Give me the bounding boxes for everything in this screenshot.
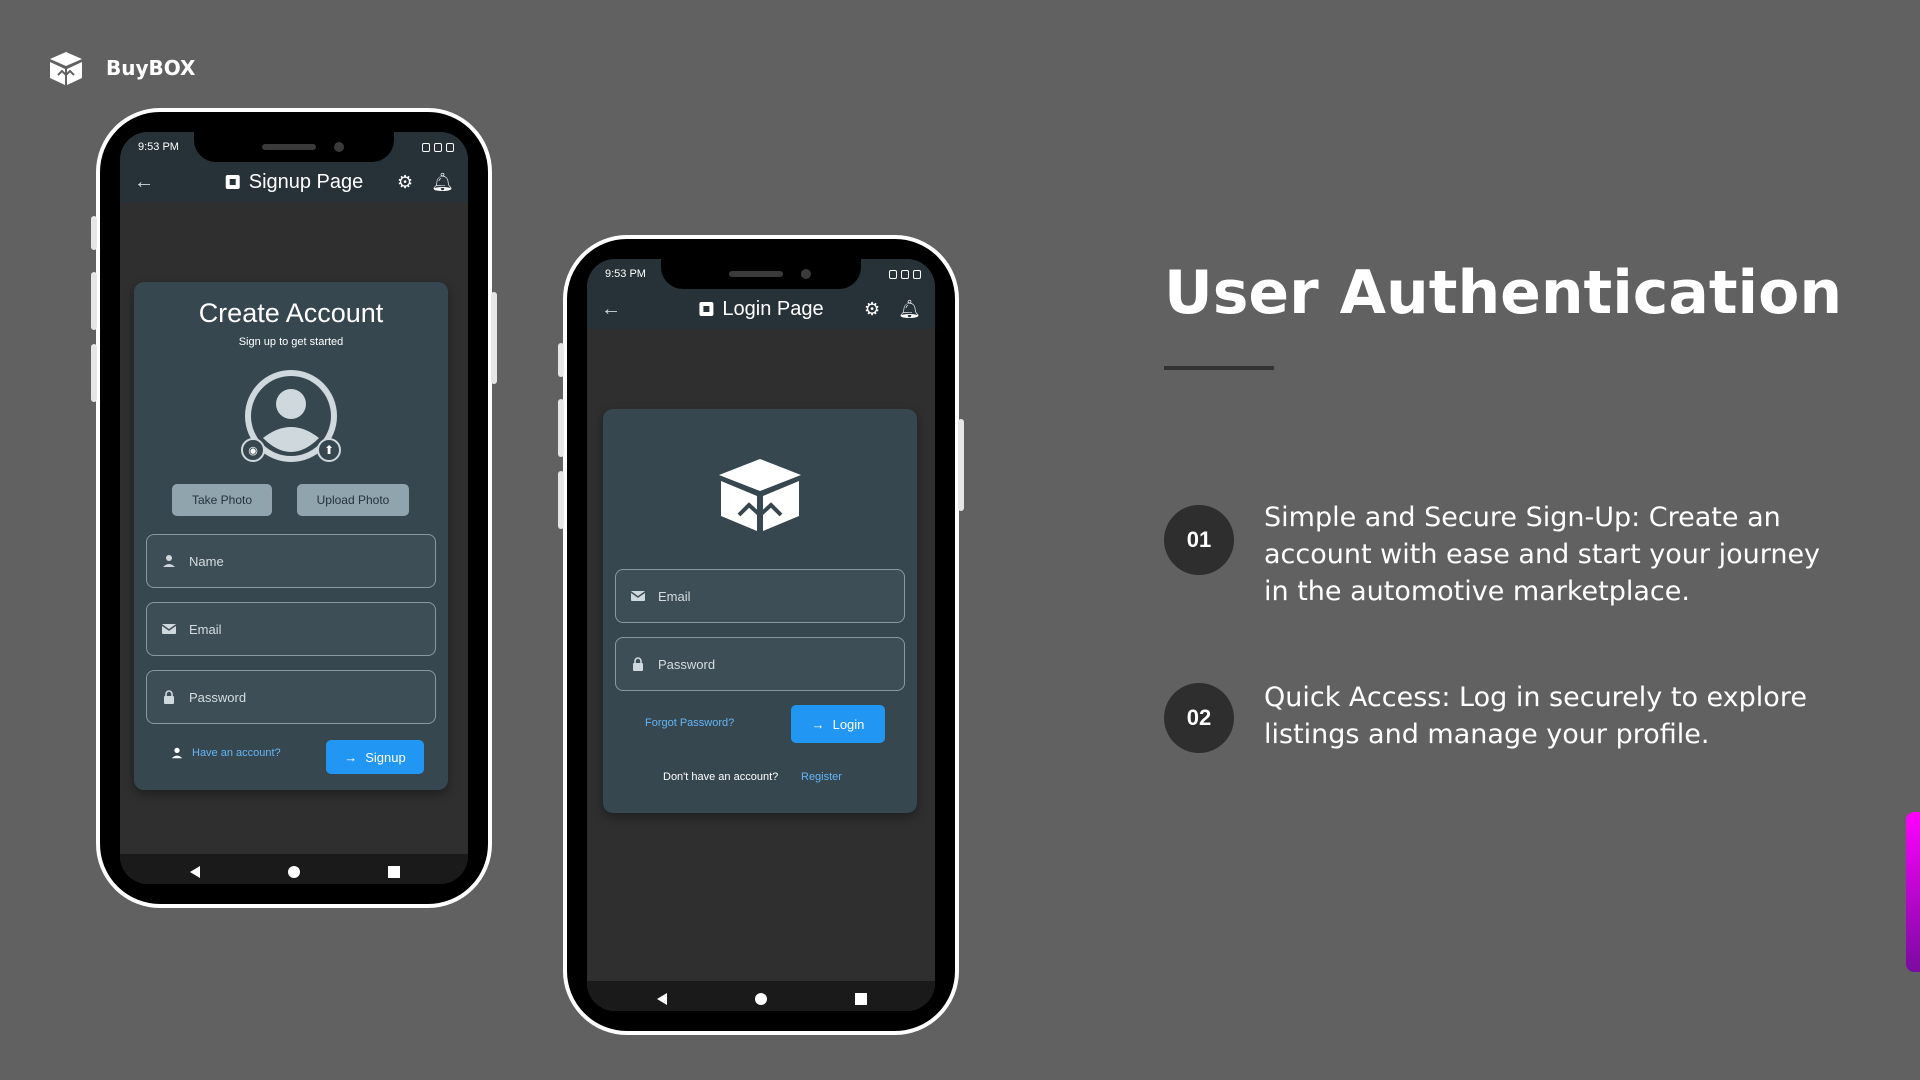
accent-bar — [1906, 812, 1920, 972]
nav-back-icon[interactable] — [190, 866, 200, 878]
signup-phone: 9:53 PM ← Signup Page ⚙ 🔔︎ Create Accoun… — [91, 108, 497, 908]
email-field[interactable]: Email — [615, 569, 905, 623]
status-time: 9:53 PM — [138, 141, 179, 153]
brand-name: BuyBOX — [106, 56, 196, 80]
settings-gear-icon[interactable]: ⚙ — [864, 299, 880, 320]
no-account-text: Don't have an account? — [663, 771, 779, 783]
back-arrow-icon[interactable]: ← — [134, 171, 158, 194]
app-bar-actions: ⚙ 🔔︎ — [864, 299, 921, 320]
app-title: Signup Page — [248, 170, 364, 193]
phone-side-button — [91, 272, 97, 330]
phone-side-button — [558, 399, 564, 457]
mail-icon — [630, 591, 646, 601]
slide-heading: User Authentication — [1164, 258, 1843, 328]
email-field[interactable]: Email — [146, 602, 436, 656]
feature-point: 01 Simple and Secure Sign-Up: Create an … — [1164, 502, 1834, 610]
nav-recents-icon[interactable] — [855, 993, 867, 1005]
login-phone: 9:53 PM ← Login Page ⚙ 🔔︎ Email Password… — [558, 235, 964, 1035]
camera-icon[interactable]: ◉ — [241, 438, 265, 462]
app-bar-title: Login Page — [698, 297, 824, 321]
phone-side-button — [91, 216, 97, 250]
status-icons — [889, 269, 921, 279]
app-logo-icon — [699, 302, 714, 316]
nav-home-icon[interactable] — [288, 866, 300, 878]
app-bar-actions: ⚙ 🔔︎ — [397, 172, 454, 193]
notifications-bell-icon[interactable]: 🔔︎ — [431, 172, 454, 193]
signup-button-label: Signup — [365, 749, 406, 765]
name-placeholder: Name — [189, 553, 224, 569]
password-field[interactable]: Password — [615, 637, 905, 691]
status-time: 9:53 PM — [605, 268, 646, 280]
phone-power-button — [491, 292, 497, 384]
phone-side-button — [91, 344, 97, 402]
app-logo-icon — [225, 175, 240, 189]
signup-screen: 9:53 PM ← Signup Page ⚙ 🔔︎ Create Accoun… — [120, 132, 468, 884]
app-bar-title: Signup Page — [225, 170, 364, 194]
register-link[interactable]: Register — [801, 771, 842, 783]
back-arrow-icon[interactable]: ← — [601, 298, 625, 321]
password-placeholder: Password — [658, 656, 716, 672]
brand: BuyBOX — [46, 48, 195, 88]
box-icon — [50, 52, 82, 85]
signup-button[interactable]: → Signup — [326, 740, 424, 774]
system-nav-bar — [587, 981, 935, 1011]
settings-gear-icon[interactable]: ⚙ — [397, 172, 413, 193]
upload-photo-button[interactable]: Upload Photo — [297, 484, 409, 516]
have-account-link[interactable]: Have an account? — [170, 746, 281, 760]
heading-divider — [1164, 366, 1274, 370]
app-bar: ← Signup Page ⚙ 🔔︎ — [120, 162, 468, 202]
mail-icon — [161, 624, 177, 634]
avatar[interactable]: ◉ ⬆ — [241, 366, 341, 466]
phone-side-button — [558, 471, 564, 529]
person-icon — [171, 747, 183, 759]
take-photo-button[interactable]: Take Photo — [172, 484, 272, 516]
box-logo-icon — [719, 459, 801, 531]
upload-icon[interactable]: ⬆ — [317, 438, 341, 462]
name-field[interactable]: Name — [146, 534, 436, 588]
nav-recents-icon[interactable] — [388, 866, 400, 878]
person-icon — [163, 555, 175, 567]
notifications-bell-icon[interactable]: 🔔︎ — [898, 299, 921, 320]
app-title: Login Page — [722, 297, 824, 320]
notch — [194, 132, 394, 162]
lock-icon — [633, 657, 643, 671]
email-placeholder: Email — [658, 588, 691, 604]
lock-icon — [164, 690, 174, 704]
card-subtitle: Sign up to get started — [238, 336, 344, 348]
notch — [661, 259, 861, 289]
feature-point: 02 Quick Access: Log in securely to expl… — [1164, 682, 1834, 753]
password-placeholder: Password — [189, 689, 247, 705]
password-field[interactable]: Password — [146, 670, 436, 724]
arrow-right-icon: → — [811, 716, 825, 732]
phone-power-button — [958, 419, 964, 511]
system-nav-bar — [120, 854, 468, 884]
app-bar: ← Login Page ⚙ 🔔︎ — [587, 289, 935, 329]
point-number-badge: 01 — [1164, 505, 1234, 575]
signup-card: Create Account Sign up to get started ◉ … — [134, 282, 448, 790]
login-button-label: Login — [832, 716, 865, 732]
phone-side-button — [558, 343, 564, 377]
point-text: Quick Access: Log in securely to explore… — [1264, 682, 1807, 750]
forgot-password-link[interactable]: Forgot Password? — [645, 717, 734, 729]
status-icons — [422, 142, 454, 152]
login-button[interactable]: → Login — [791, 705, 885, 743]
email-placeholder: Email — [189, 621, 222, 637]
nav-home-icon[interactable] — [755, 993, 767, 1005]
point-text: Simple and Secure Sign-Up: Create an acc… — [1264, 502, 1821, 607]
have-account-text: Have an account? — [192, 747, 281, 759]
point-number-badge: 02 — [1164, 683, 1234, 753]
login-screen: 9:53 PM ← Login Page ⚙ 🔔︎ Email Password… — [587, 259, 935, 1011]
card-title: Create Account — [198, 298, 384, 328]
nav-back-icon[interactable] — [657, 993, 667, 1005]
login-card: Email Password Forgot Password? → Login … — [603, 409, 917, 813]
arrow-right-icon: → — [344, 749, 358, 765]
